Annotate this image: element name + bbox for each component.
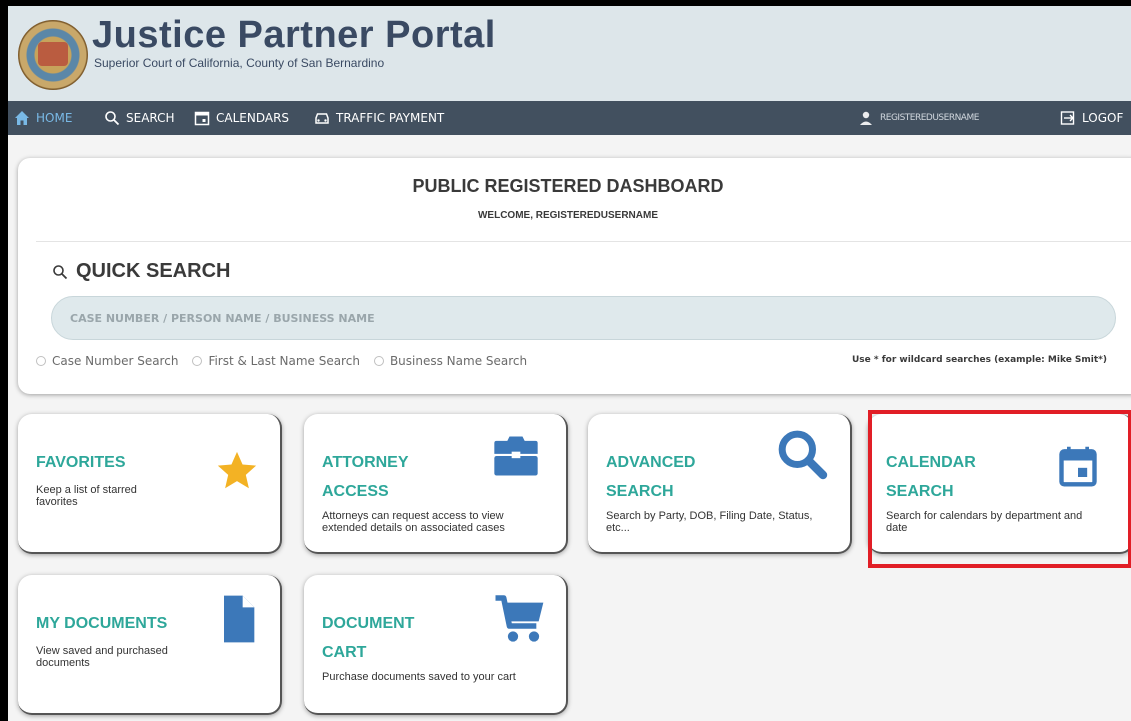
document-cart-card[interactable]: DOCUMENT CART Purchase documents saved t… (304, 575, 568, 715)
quick-search-heading: QUICK SEARCH (52, 260, 230, 283)
nav-logoff-label: LOGOF (1082, 111, 1124, 125)
card-description: Purchase documents saved to your cart (322, 671, 516, 683)
app-frame: Justice Partner Portal Superior Court of… (8, 6, 1131, 721)
calendar-icon (1059, 446, 1097, 487)
wildcard-hint: Use * for wildcard searches (example: Mi… (852, 355, 1107, 365)
logout-icon (1060, 111, 1075, 125)
card-title: DOCUMENT CART (322, 615, 415, 661)
court-seal-logo (18, 20, 88, 90)
favorites-card[interactable]: FAVORITES Keep a list of starred favorit… (18, 414, 282, 554)
left-border (0, 0, 8, 721)
radio-button[interactable] (373, 356, 384, 366)
nav-calendars-label: CALENDARS (216, 111, 290, 125)
card-description: View saved and purchased documents (36, 645, 168, 669)
quick-search-title: QUICK SEARCH (76, 260, 231, 282)
search-icon (105, 111, 120, 126)
radio-button[interactable] (36, 356, 46, 366)
attorney-access-card[interactable]: ATTORNEY ACCESS Attorneys can request ac… (304, 414, 568, 554)
top-border (8, 0, 1131, 6)
home-icon (15, 111, 29, 125)
radio-label: Case Number Search (52, 354, 179, 368)
card-title: ADVANCED SEARCH (606, 454, 696, 500)
nav-traffic-label: TRAFFIC PAYMENT (336, 111, 445, 125)
site-header: Justice Partner Portal Superior Court of… (8, 6, 1131, 101)
nav-traffic-payment[interactable]: TRAFFIC PAYMENT (314, 101, 444, 135)
dashboard-panel: PUBLIC REGISTERED DASHBOARD WELCOME, REG… (18, 158, 1131, 394)
star-icon (217, 451, 257, 489)
car-icon (315, 113, 329, 124)
search-icon (53, 264, 68, 279)
dashboard-title: PUBLIC REGISTERED DASHBOARD (412, 176, 724, 196)
nav-home[interactable]: HOME (14, 101, 72, 135)
card-description: Attorneys can request access to view ext… (322, 510, 505, 534)
portal-subtitle: Superior Court of California, County of … (94, 56, 385, 70)
briefcase-icon (494, 436, 538, 476)
search-type-options: Case Number Search First & Last Name Sea… (36, 354, 527, 368)
nav-logoff[interactable]: LOGOF (1060, 101, 1123, 135)
radio-business-name[interactable]: Business Name Search (373, 354, 528, 368)
radio-person-name[interactable]: First & Last Name Search (192, 354, 360, 368)
advanced-search-card[interactable]: ADVANCED SEARCH Search by Party, DOB, Fi… (588, 414, 852, 554)
card-description: Search by Party, DOB, Filing Date, Statu… (606, 510, 813, 534)
nav-user-label: REGISTEREDUSERNAME (880, 113, 979, 123)
card-title: FAVORITES (36, 454, 126, 471)
radio-label: First & Last Name Search (208, 354, 360, 368)
nav-calendars[interactable]: CALENDARS (194, 101, 289, 135)
card-description: Search for calendars by department and d… (886, 510, 1083, 534)
radio-button[interactable] (192, 356, 203, 366)
nav-home-label: HOME (36, 111, 73, 125)
nav-search-label: SEARCH (126, 111, 175, 125)
my-documents-card[interactable]: MY DOCUMENTS View saved and purchased do… (18, 575, 282, 715)
welcome-message: WELCOME, REGISTEREDUSERNAME (477, 210, 658, 221)
card-description: Keep a list of starred favorites (36, 484, 137, 508)
document-icon (224, 595, 255, 643)
divider (36, 241, 1131, 242)
nav-user-account[interactable]: REGISTEREDUSERNAME (858, 101, 979, 135)
user-icon (860, 111, 872, 125)
card-title: CALENDAR SEARCH (886, 454, 976, 500)
radio-case-number[interactable]: Case Number Search (36, 354, 178, 368)
card-title: ATTORNEY ACCESS (322, 454, 409, 500)
calendar-icon (194, 111, 210, 126)
quick-search-input[interactable] (51, 296, 1116, 340)
card-title: MY DOCUMENTS (36, 615, 168, 632)
portal-title: Justice Partner Portal (92, 14, 496, 56)
cart-icon (495, 595, 544, 642)
nav-search[interactable]: SEARCH (104, 101, 175, 135)
radio-label: Business Name Search (389, 354, 528, 368)
top-nav: HOME SEARCH CALENDARS TRAFFIC PAYMENT RE… (8, 101, 1131, 135)
magnifier-icon (778, 430, 828, 480)
calendar-search-card[interactable]: CALENDAR SEARCH Search for calendars by … (868, 414, 1131, 554)
